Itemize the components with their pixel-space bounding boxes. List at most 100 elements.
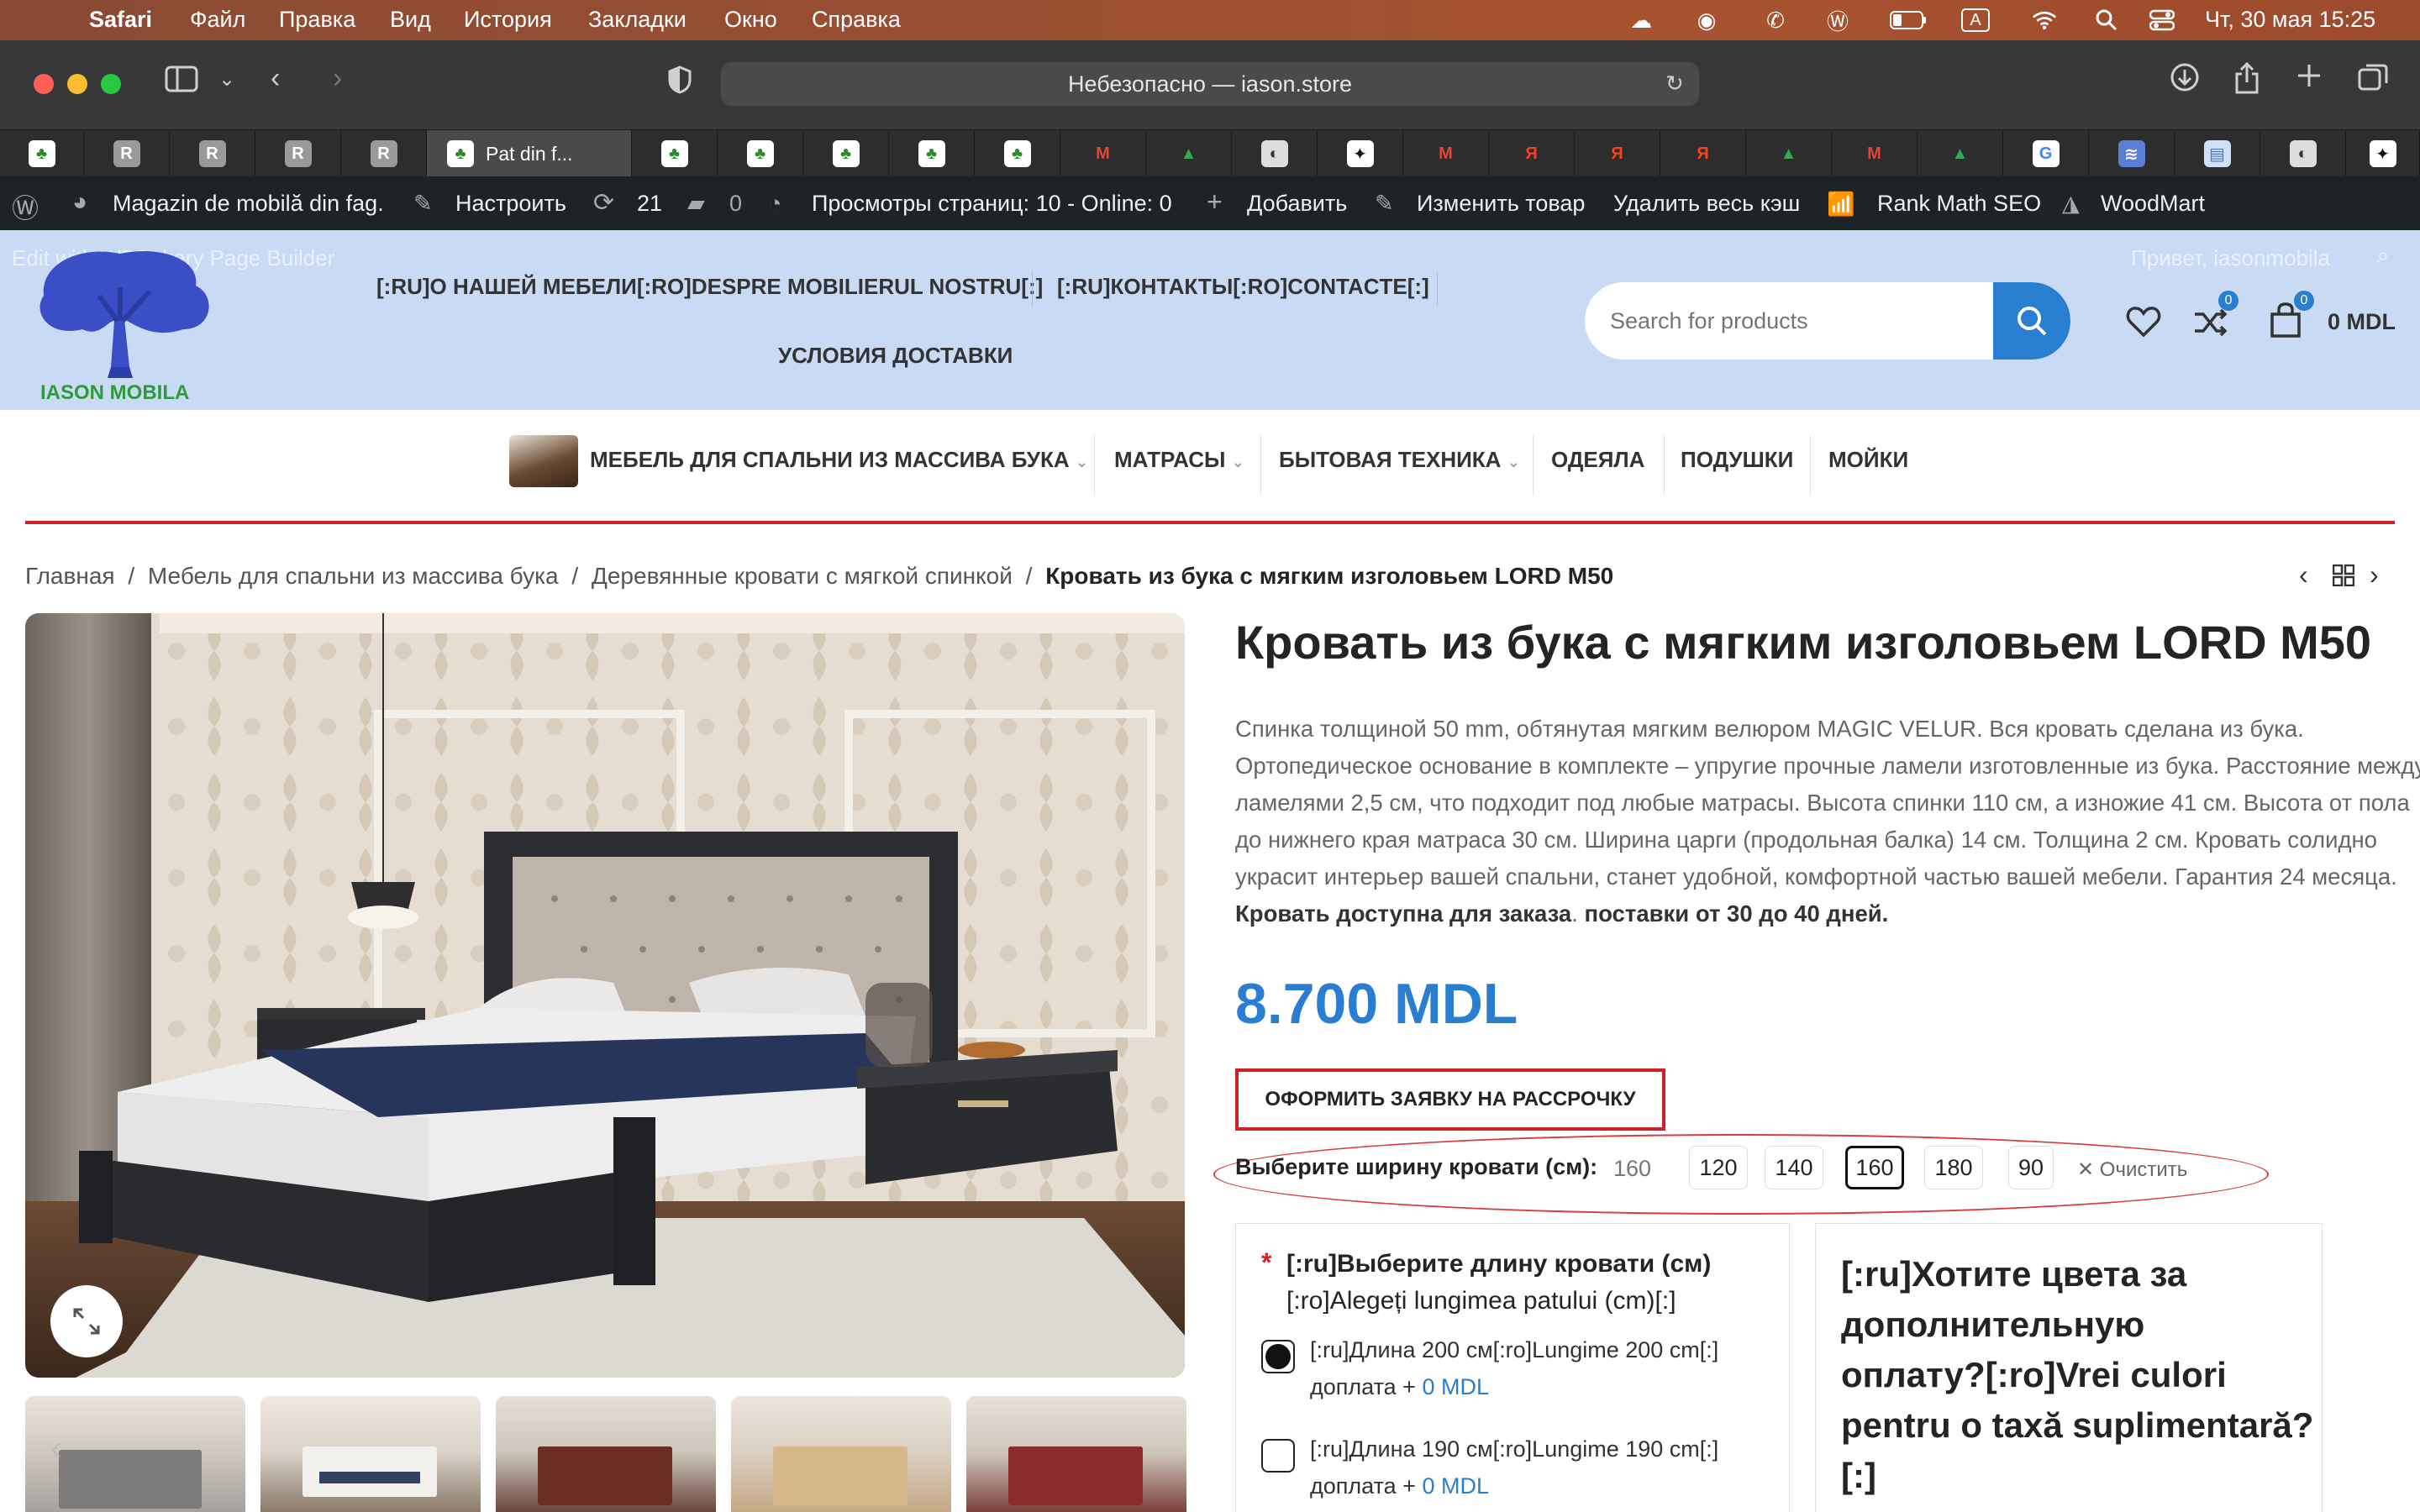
tab-active[interactable]: ♣ Pat din f...	[427, 130, 632, 177]
sidebar-toggle-icon[interactable]	[165, 66, 198, 100]
wordpress-status-icon[interactable]: Ⓦ	[1825, 8, 1850, 34]
search-input[interactable]	[1610, 282, 2013, 360]
width-swatch-160[interactable]: 160	[1845, 1146, 1904, 1189]
tab-favicon-gmail[interactable]: M	[1832, 130, 1918, 177]
viber-icon[interactable]: ✆	[1763, 8, 1788, 33]
search-button[interactable]	[1993, 282, 2070, 360]
thumbnail-2[interactable]	[260, 1396, 481, 1512]
admin-woodmart[interactable]: WoodMart	[2101, 191, 2205, 217]
tab-overview-icon[interactable]	[2358, 62, 2388, 98]
clear-selection-button[interactable]: ✕ Очистить	[2077, 1158, 2187, 1182]
privacy-shield-icon[interactable]	[667, 66, 692, 102]
battery-icon[interactable]	[1889, 8, 1928, 32]
tab-favicon-drive[interactable]: ▲	[1146, 130, 1232, 177]
prev-product-icon[interactable]: ‹	[2299, 559, 2308, 591]
admin-clear-cache[interactable]: Удалить весь кэш	[1613, 191, 1800, 217]
next-product-icon[interactable]: ›	[2370, 559, 2379, 591]
breadcrumb-category[interactable]: Мебель для спальни из массива бука	[148, 563, 559, 589]
menu-edit[interactable]: Правка	[279, 7, 355, 33]
search-icon[interactable]: ⌕	[2376, 242, 2390, 270]
tab-favicon-tree[interactable]: ♣	[718, 130, 803, 177]
thumbnail-1[interactable]: ‹	[25, 1396, 245, 1512]
tab-favicon-google[interactable]: G	[2003, 130, 2089, 177]
nav-bedroom-furniture[interactable]: МЕБЕЛЬ ДЛЯ СПАЛЬНИ ИЗ МАССИВА БУКА ⌄	[590, 447, 1088, 473]
forward-icon[interactable]: ›	[333, 62, 342, 95]
nav-mattresses[interactable]: МАТРАСЫ ⌄	[1114, 447, 1244, 473]
tab-favicon-r[interactable]: R	[170, 130, 255, 177]
tab-favicon-yandex[interactable]: Я	[1575, 130, 1660, 177]
downloads-icon[interactable]	[2170, 62, 2200, 100]
chevron-down-icon[interactable]: ⌄	[218, 67, 235, 92]
menu-window[interactable]: Окно	[724, 7, 777, 33]
thumbnail-3[interactable]	[496, 1396, 716, 1512]
tab-favicon-tree[interactable]: ♣	[632, 130, 718, 177]
thumbnail-5[interactable]	[966, 1396, 1186, 1512]
tab-favicon-drive[interactable]: ▲	[1918, 130, 2003, 177]
tab-favicon-generic[interactable]: ≋	[2089, 130, 2175, 177]
length-200-label[interactable]: [:ru]Длина 200 см[:ro]Lungime 200 cm[:] …	[1310, 1331, 1718, 1405]
admin-site-name[interactable]: Magazin de mobilă din fag.	[113, 191, 384, 217]
header-link-contacts[interactable]: [:RU]КОНТАКТЫ[:RO]CONTACTE[:]	[1057, 274, 1429, 300]
admin-customize-link[interactable]: Настроить	[455, 191, 566, 217]
product-main-image[interactable]	[25, 613, 1185, 1378]
wishlist-button[interactable]	[2126, 306, 2161, 342]
admin-comments-count[interactable]: 0	[729, 191, 742, 217]
thumbnail-prev-icon[interactable]: ‹	[50, 1430, 61, 1467]
tab-favicon-yandex[interactable]: Я	[1660, 130, 1746, 177]
compare-button[interactable]: 0	[2193, 291, 2238, 342]
wordpress-logo-icon[interactable]: Ⓦ	[12, 187, 39, 226]
menu-app-name[interactable]: Safari	[89, 7, 152, 33]
nav-sinks[interactable]: МОЙКИ	[1828, 447, 1908, 473]
width-swatch-90[interactable]: 90	[2008, 1146, 2054, 1189]
cart-button[interactable]: 0 0 MDL	[2269, 291, 2396, 342]
menu-view[interactable]: Вид	[390, 7, 431, 33]
length-200-radio[interactable]	[1261, 1340, 1295, 1373]
close-window-button[interactable]	[34, 74, 54, 94]
menu-help[interactable]: Справка	[812, 7, 901, 33]
breadcrumb-home[interactable]: Главная	[25, 563, 115, 589]
wifi-icon[interactable]	[2032, 8, 2057, 32]
tab-favicon-drive[interactable]: ▲	[1746, 130, 1832, 177]
thumbnail-4[interactable]	[731, 1396, 951, 1512]
reload-icon[interactable]: ↻	[1665, 71, 1684, 97]
tab-favicon-generic[interactable]: ✦	[2346, 130, 2420, 177]
control-center-icon[interactable]	[2149, 8, 2175, 32]
tab-favicon-docs[interactable]: ▤	[2175, 130, 2260, 177]
cloud-icon[interactable]: ☁	[1628, 8, 1654, 33]
tab-favicon-tree[interactable]: ♣	[0, 130, 84, 177]
privacy-icon[interactable]: ◉	[1694, 8, 1719, 33]
tab-favicon-generic[interactable]: ◐	[2260, 130, 2346, 177]
tab-favicon-tree[interactable]: ♣	[975, 130, 1060, 177]
site-logo[interactable]: IASON MOBILA	[24, 237, 217, 405]
width-swatch-140[interactable]: 140	[1765, 1146, 1823, 1189]
back-icon[interactable]: ‹	[271, 62, 280, 95]
new-tab-icon[interactable]	[2296, 62, 2323, 97]
minimize-window-button[interactable]	[67, 74, 87, 94]
tab-favicon-r[interactable]: R	[84, 130, 170, 177]
tab-favicon-r[interactable]: R	[341, 130, 427, 177]
tab-favicon-tree[interactable]: ♣	[803, 130, 889, 177]
nav-appliances[interactable]: БЫТОВАЯ ТЕХНИКА ⌄	[1279, 447, 1520, 473]
menu-file[interactable]: Файл	[190, 7, 245, 33]
width-swatch-120[interactable]: 120	[1689, 1146, 1748, 1189]
greeting-link[interactable]: Привет, iasonmobila	[2131, 245, 2330, 271]
admin-updates-count[interactable]: 21	[637, 191, 662, 217]
share-icon[interactable]	[2233, 61, 2260, 102]
menu-clock[interactable]: Чт, 30 мая 15:25	[2205, 7, 2375, 33]
grid-view-icon[interactable]	[2332, 564, 2355, 591]
length-190-label[interactable]: [:ru]Длина 190 см[:ro]Lungime 190 cm[:] …	[1310, 1431, 1718, 1504]
breadcrumb-subcategory[interactable]: Деревянные кровати с мягкой спинкой	[592, 563, 1013, 589]
tab-favicon-generic[interactable]: ◐	[1232, 130, 1318, 177]
admin-views-stats[interactable]: Просмотры страниц: 10 - Online: 0	[812, 191, 1172, 217]
tab-favicon-generic[interactable]: ✦	[1318, 130, 1403, 177]
installment-button[interactable]: ОФОРМИТЬ ЗАЯВКУ НА РАССРОЧКУ	[1235, 1068, 1665, 1131]
tab-favicon-gmail[interactable]: M	[1060, 130, 1146, 177]
tab-favicon-gmail[interactable]: M	[1403, 130, 1489, 177]
input-source-icon[interactable]: A	[1961, 8, 1990, 32]
header-link-about[interactable]: [:RU]О НАШЕЙ МЕБЕЛИ[:RO]DESPRE MOBILIERU…	[376, 274, 1043, 300]
tab-favicon-tree[interactable]: ♣	[889, 130, 975, 177]
spotlight-icon[interactable]	[2094, 8, 2119, 32]
length-190-radio[interactable]	[1261, 1439, 1295, 1473]
admin-edit-product[interactable]: Изменить товар	[1417, 191, 1585, 217]
menu-history[interactable]: История	[464, 7, 552, 33]
